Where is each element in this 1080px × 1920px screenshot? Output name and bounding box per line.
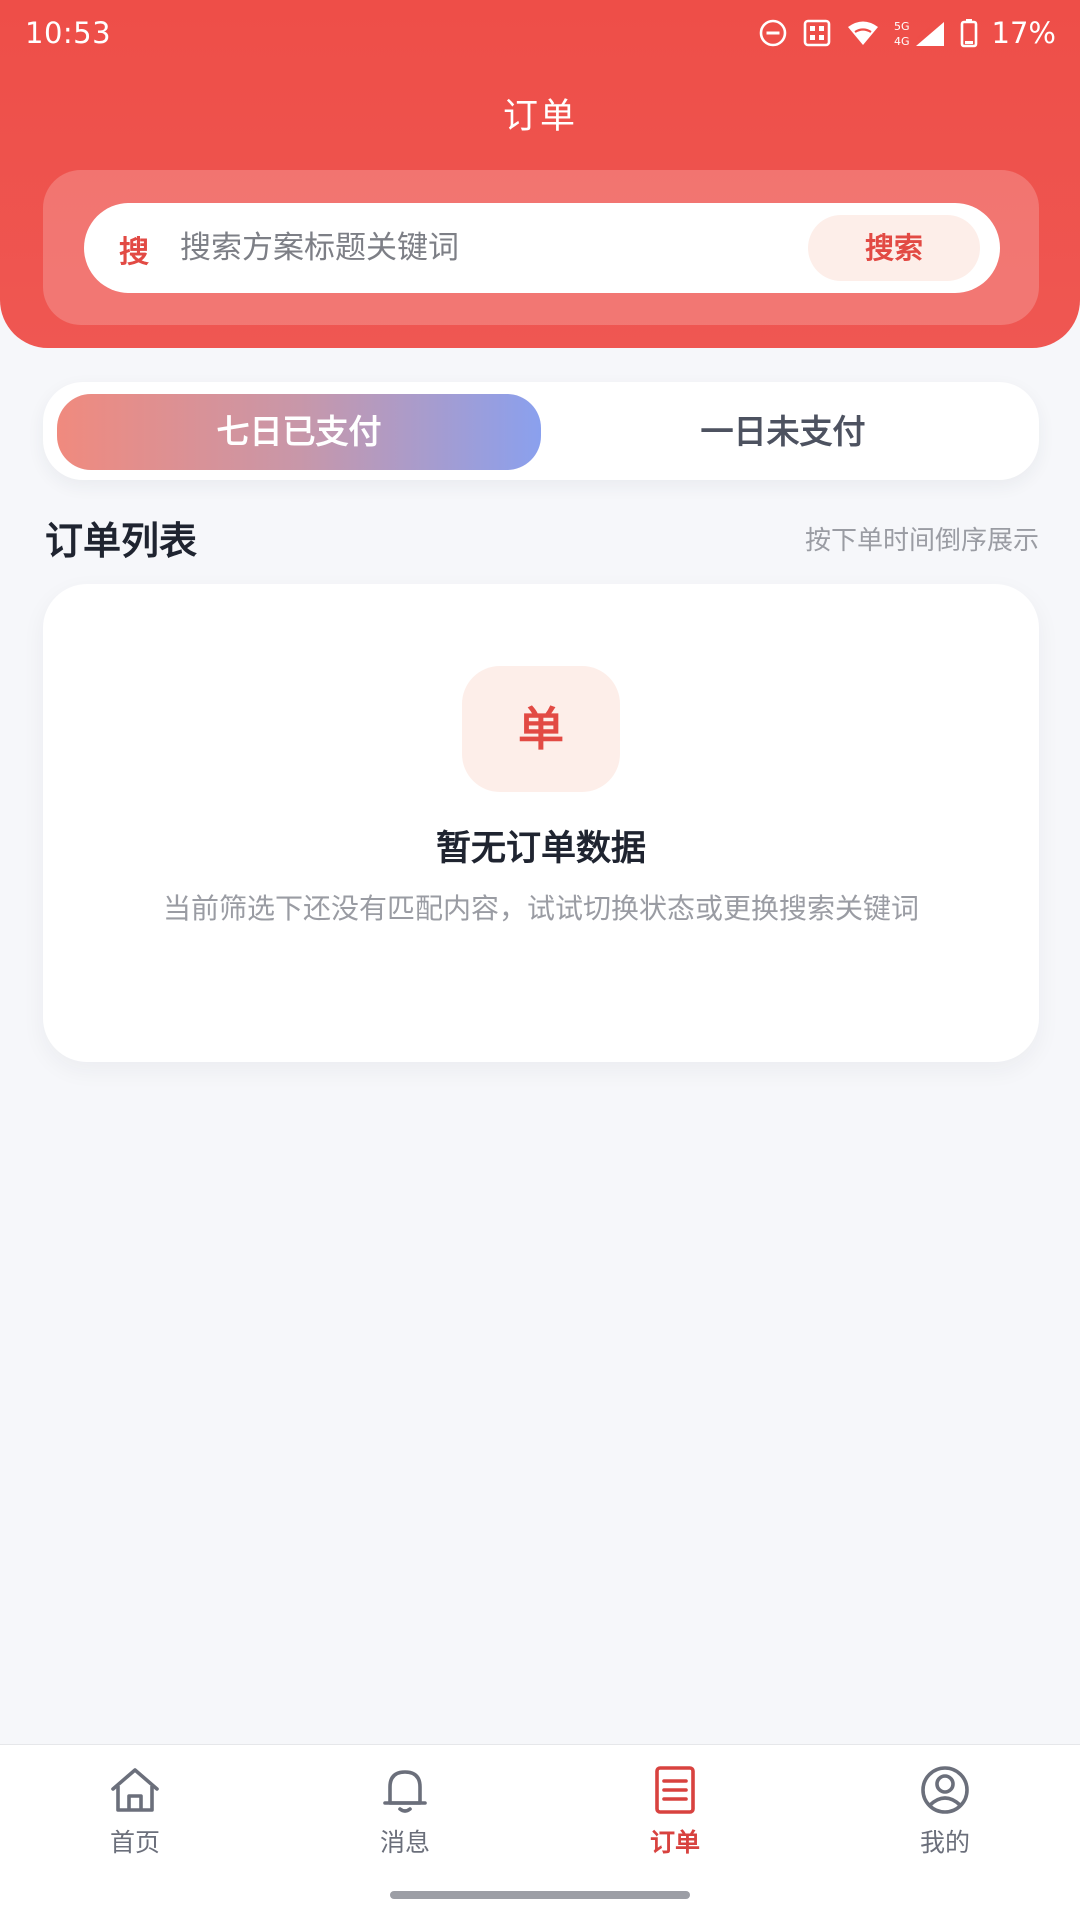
- home-indicator[interactable]: [390, 1891, 690, 1899]
- empty-state-description: 当前筛选下还没有匹配内容，试试切换状态或更换搜索关键词: [162, 892, 919, 925]
- sim-icon: [803, 19, 830, 47]
- nav-item-messages[interactable]: 消息: [305, 1765, 505, 1885]
- empty-state-title: 暂无订单数据: [435, 829, 646, 869]
- nav-label-orders: 订单: [649, 1828, 700, 1857]
- nav-label-home: 首页: [109, 1828, 160, 1857]
- nav-item-orders[interactable]: 订单: [575, 1765, 775, 1885]
- search-container: 搜 搜索: [43, 170, 1039, 325]
- bell-icon: [383, 1770, 427, 1813]
- order-status-tabs: 七日已支付 一日未支付: [43, 382, 1039, 480]
- user-icon: [921, 1766, 969, 1814]
- wifi-icon: [847, 21, 878, 45]
- svg-text:5G: 5G: [894, 20, 910, 33]
- header: 10:53 5G 4G 17% 订单 搜 搜索方案标题关键词 搜索: [0, 0, 1080, 348]
- orders-page: 10:53 5G 4G 17% 订单 搜 搜索方案标题关键词 搜索 七日已支付 …: [0, 0, 1080, 1920]
- order-badge-icon: 单: [462, 666, 620, 792]
- signal-icon: 5G 4G: [894, 20, 944, 48]
- nav-item-profile[interactable]: 我的: [845, 1765, 1045, 1885]
- battery-level: 17%: [991, 16, 1056, 50]
- search-box: 搜 搜索: [84, 203, 1000, 293]
- tab-unpaid-1-day[interactable]: 一日未支付: [541, 394, 1025, 470]
- battery-icon: [960, 19, 977, 48]
- svg-text:4G: 4G: [894, 35, 910, 48]
- status-icons: 5G 4G 17%: [758, 16, 1056, 50]
- nav-label-profile: 我的: [919, 1828, 970, 1857]
- order-list-icon: [655, 1766, 695, 1814]
- nav-item-home[interactable]: 首页: [35, 1765, 235, 1885]
- search-prefix-label: 搜: [119, 235, 149, 270]
- tab-paid-7-days[interactable]: 七日已支付: [57, 394, 541, 470]
- status-bar: 10:53 5G 4G 17%: [0, 0, 1080, 70]
- empty-state-card: 单 暂无订单数据 当前筛选下还没有匹配内容，试试切换状态或更换搜索关键词: [43, 584, 1039, 1062]
- do-not-disturb-icon: [759, 19, 786, 47]
- home-icon: [111, 1768, 159, 1812]
- section-title: 订单列表: [45, 519, 198, 563]
- nav-label-messages: 消息: [379, 1828, 430, 1857]
- sort-hint: 按下单时间倒序展示: [804, 526, 1039, 556]
- page-title: 订单: [502, 97, 577, 137]
- search-button[interactable]: 搜索: [808, 215, 980, 281]
- search-input[interactable]: [180, 221, 770, 275]
- status-time: 10:53: [25, 16, 112, 50]
